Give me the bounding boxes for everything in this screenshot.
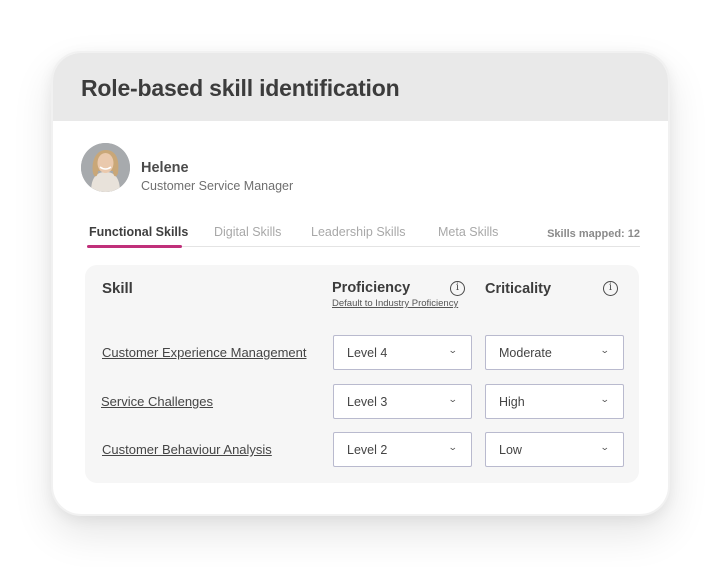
tab-meta-skills[interactable]: Meta Skills [438, 225, 498, 239]
proficiency-select[interactable]: Level 2 ⌄ [333, 432, 472, 467]
chevron-down-icon: ⌄ [448, 394, 459, 404]
proficiency-select[interactable]: Level 4 ⌄ [333, 335, 472, 370]
chevron-down-icon: ⌄ [448, 345, 459, 355]
criticality-info-icon[interactable]: i [603, 281, 618, 296]
select-value: Level 2 [347, 443, 388, 457]
skills-mapped-count: Skills mapped: 12 [547, 228, 640, 240]
table-row: Customer Experience Management Level 4 ⌄… [85, 335, 639, 371]
chevron-down-icon: ⌄ [600, 345, 611, 355]
avatar-photo-icon [81, 143, 130, 192]
chevron-down-icon: ⌄ [600, 394, 611, 404]
select-value: High [499, 395, 525, 409]
select-value: Level 4 [347, 346, 388, 360]
page-title: Role-based skill identification [81, 75, 400, 101]
tab-functional-skills[interactable]: Functional Skills [89, 225, 188, 239]
chevron-down-icon: ⌄ [600, 442, 611, 452]
skills-table: Skill Proficiency i Default to Industry … [85, 265, 639, 483]
tab-leadership-skills[interactable]: Leadership Skills [311, 225, 406, 239]
user-name: Helene [141, 160, 189, 176]
skill-tabs: Functional Skills Digital Skills Leaders… [87, 223, 640, 248]
table-row: Customer Behaviour Analysis Level 2 ⌄ Lo… [85, 432, 639, 468]
skill-link[interactable]: Customer Behaviour Analysis [102, 442, 272, 457]
skill-link[interactable]: Service Challenges [101, 394, 213, 409]
chevron-down-icon: ⌄ [448, 442, 459, 452]
active-tab-indicator [87, 245, 182, 248]
avatar [81, 143, 130, 192]
tab-label: Functional Skills [89, 225, 189, 239]
select-value: Level 3 [347, 395, 388, 409]
select-value: Moderate [499, 346, 552, 360]
skill-link[interactable]: Customer Experience Management [102, 345, 307, 360]
criticality-select[interactable]: High ⌄ [485, 384, 624, 419]
card-header: Role-based skill identification [53, 53, 668, 121]
tab-digital-skills[interactable]: Digital Skills [214, 225, 281, 239]
proficiency-select[interactable]: Level 3 ⌄ [333, 384, 472, 419]
criticality-select[interactable]: Moderate ⌄ [485, 335, 624, 370]
column-header-skill: Skill [102, 280, 133, 297]
column-header-criticality: Criticality [485, 281, 552, 297]
table-row: Service Challenges Level 3 ⌄ High ⌄ [85, 384, 639, 420]
select-value: Low [499, 443, 522, 457]
proficiency-info-icon[interactable]: i [450, 281, 465, 296]
user-role: Customer Service Manager [141, 179, 294, 193]
default-industry-proficiency-link[interactable]: Default to Industry Proficiency [332, 298, 458, 309]
skill-identification-card: Role-based skill identification Helene C… [51, 51, 670, 516]
column-header-proficiency: Proficiency [332, 280, 411, 296]
criticality-select[interactable]: Low ⌄ [485, 432, 624, 467]
